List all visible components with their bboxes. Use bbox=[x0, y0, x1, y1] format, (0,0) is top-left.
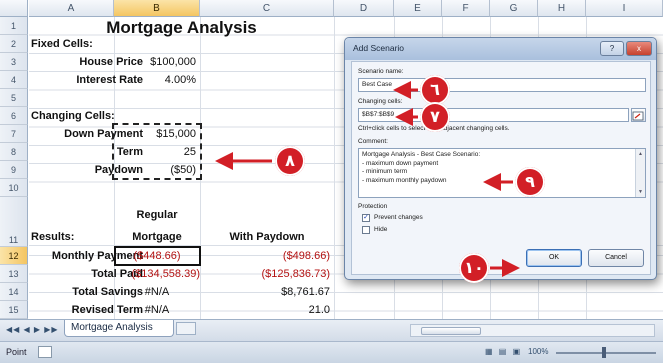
zoom-slider-thumb[interactable] bbox=[602, 347, 606, 358]
status-bar: Point ▦ ▤ ▣ 100% bbox=[0, 341, 663, 363]
zoom-slider[interactable] bbox=[556, 352, 656, 354]
callout-8: ٨ bbox=[275, 146, 305, 176]
status-mode: Point bbox=[6, 347, 27, 357]
callout-10: ١٠ bbox=[459, 253, 489, 283]
insert-sheet-icon[interactable] bbox=[176, 322, 196, 335]
view-buttons-icon[interactable]: ▦ ▤ ▣ bbox=[485, 347, 522, 356]
horizontal-scrollbar[interactable] bbox=[410, 324, 655, 337]
scrollbar-thumb[interactable] bbox=[421, 327, 481, 335]
macro-record-icon[interactable] bbox=[38, 346, 52, 358]
callout-7: ٧ bbox=[420, 102, 450, 132]
sheet-nav-icon[interactable]: ◀◀ ◀ ▶ ▶▶ bbox=[6, 325, 59, 334]
callout-6: ٦ bbox=[420, 75, 450, 105]
callout-arrows bbox=[215, 81, 520, 277]
callout-9: ٩ bbox=[515, 167, 545, 197]
sheet-tab-bar: ◀◀ ◀ ▶ ▶▶ Mortgage Analysis bbox=[0, 319, 663, 341]
sheet-tab-active[interactable]: Mortgage Analysis bbox=[64, 320, 174, 337]
zoom-level[interactable]: 100% bbox=[528, 347, 548, 356]
